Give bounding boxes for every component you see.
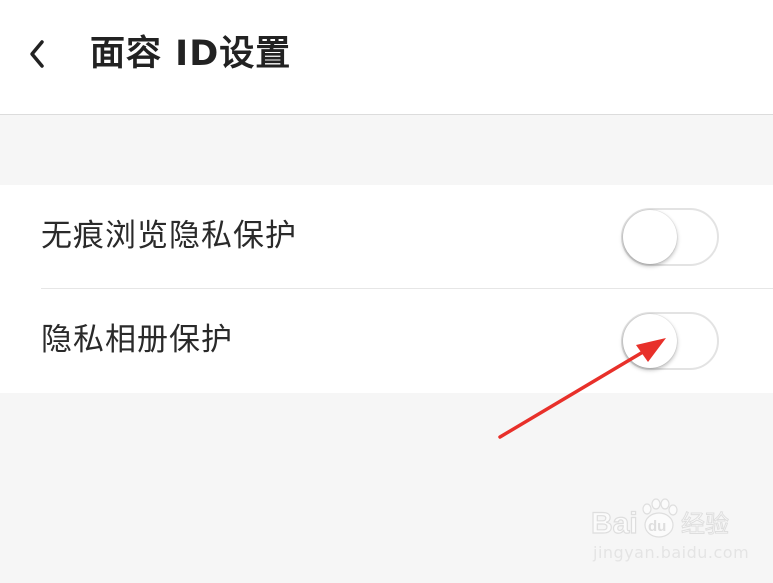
- toggle-knob: [623, 210, 677, 264]
- section-gap: [0, 115, 773, 185]
- back-button[interactable]: [22, 32, 62, 76]
- setting-label: 无痕浏览隐私保护: [41, 218, 297, 254]
- setting-label: 隐私相册保护: [41, 322, 233, 358]
- chevron-left-icon: [30, 40, 44, 68]
- page-title: 面容 ID设置: [90, 34, 292, 74]
- settings-list: 无痕浏览隐私保护 隐私相册保护: [0, 185, 773, 393]
- svg-text:Bai: Bai: [591, 507, 638, 540]
- baidu-jingyan-watermark: Bai du 经验 jingyan.baidu.com: [591, 495, 749, 570]
- baidu-logo-icon: Bai du 经验: [591, 498, 730, 541]
- svg-text:du: du: [648, 518, 666, 535]
- svg-text:经验: 经验: [681, 510, 729, 538]
- incognito-privacy-toggle[interactable]: [621, 208, 719, 266]
- watermark-url: jingyan.baidu.com: [593, 543, 750, 562]
- setting-row-private-album[interactable]: 隐私相册保护: [0, 289, 773, 393]
- setting-row-incognito-privacy[interactable]: 无痕浏览隐私保护: [0, 185, 773, 289]
- top-bar: 面容 ID设置: [0, 0, 773, 115]
- toggle-knob: [623, 314, 677, 368]
- private-album-toggle[interactable]: [621, 312, 719, 370]
